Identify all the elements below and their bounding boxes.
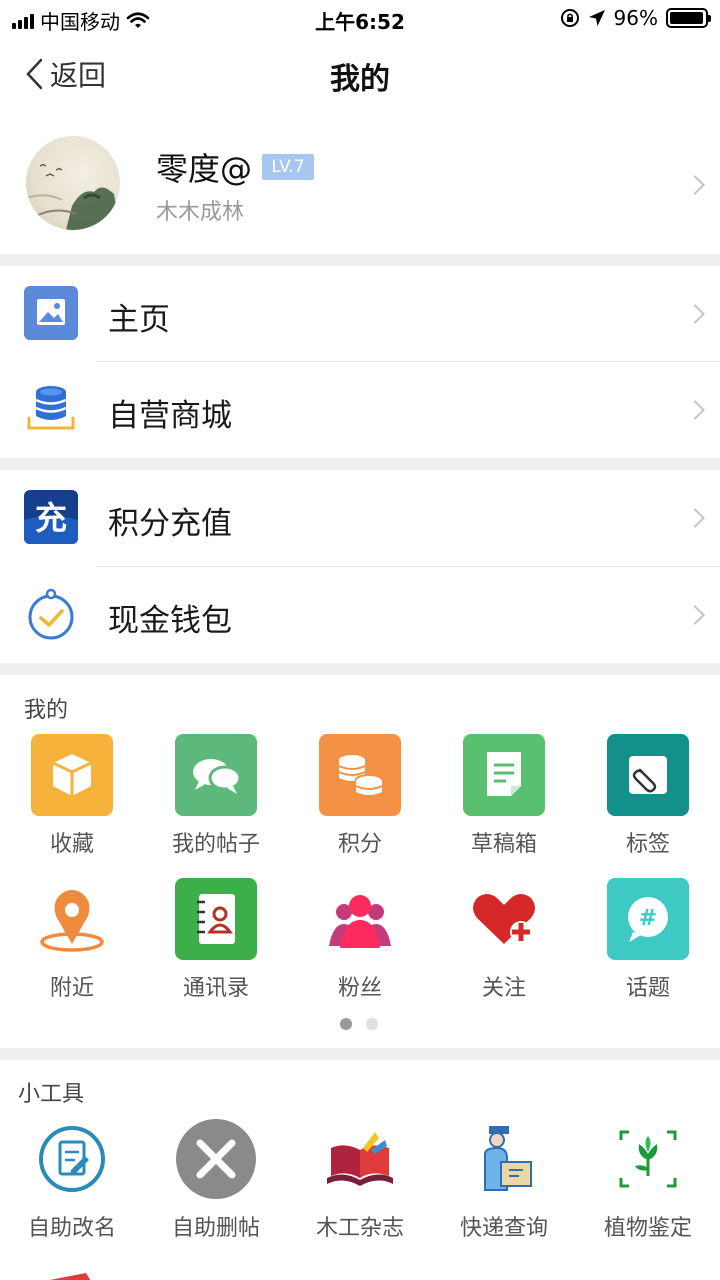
level-badge: LV.7: [262, 154, 314, 180]
profile-subtitle: 木木成林: [156, 200, 245, 225]
section-title-tools: 小工具: [18, 1082, 85, 1107]
location-arrow-icon: [588, 10, 605, 26]
tool-item-label: 自助改名: [27, 1216, 116, 1241]
contacts-book-icon: [175, 878, 257, 960]
grid-item-tags[interactable]: 标签: [576, 734, 720, 870]
grid-item-label: 我的帖子: [171, 832, 260, 857]
section-divider: [0, 254, 720, 266]
recharge-icon: 充: [24, 490, 78, 544]
page-dot[interactable]: [340, 1018, 352, 1030]
grid-item-favorites[interactable]: 收藏: [0, 734, 144, 870]
database-icon: [24, 382, 78, 436]
profile-card[interactable]: 零度@ LV.7 木木成林: [0, 118, 720, 254]
chevron-right-icon: [685, 400, 705, 420]
grid-item-label: 收藏: [49, 832, 94, 857]
courier-icon: [463, 1118, 545, 1200]
tool-item-woodwork-magazine[interactable]: 木工杂志: [288, 1118, 432, 1254]
grid-item-nearby[interactable]: 附近: [0, 878, 144, 1014]
heart-plus-icon: [463, 878, 545, 960]
fans-icon: [319, 878, 401, 960]
tool-item-courier-lookup[interactable]: 快递查询: [432, 1118, 576, 1254]
grid-item-label: 话题: [625, 976, 670, 1001]
location-pin-icon: [31, 878, 113, 960]
menu-item-wallet[interactable]: 现金钱包: [0, 567, 720, 663]
grid-item-my-posts[interactable]: 我的帖子: [144, 734, 288, 870]
section-divider: [0, 458, 720, 470]
menu-item-shop[interactable]: 自营商城: [0, 362, 720, 458]
coins-icon: [319, 734, 401, 816]
svg-text:充: 充: [35, 499, 67, 537]
grid-item-label: 标签: [625, 832, 670, 857]
menu-item-label: 自营商城: [108, 398, 232, 434]
section-divider: [0, 663, 720, 675]
tool-item-partial[interactable]: [34, 1268, 94, 1280]
menu-item-recharge[interactable]: 充 积分充值: [0, 470, 720, 566]
grid-item-points[interactable]: 积分: [288, 734, 432, 870]
chevron-right-icon: [685, 175, 705, 195]
plant-scan-icon: [607, 1118, 689, 1200]
grid-item-label: 附近: [49, 976, 94, 1001]
grid-item-label: 通讯录: [182, 976, 249, 1001]
battery-icon: [666, 8, 711, 28]
grid-item-topics[interactable]: # 话题: [576, 878, 720, 1014]
page-indicator: [340, 1018, 378, 1030]
nav-bar: 返回 我的: [0, 38, 720, 108]
box-icon: [31, 734, 113, 816]
grid-item-label: 关注: [481, 976, 526, 1001]
username: 零度@: [156, 150, 253, 188]
image-icon: [24, 286, 78, 340]
chevron-right-icon: [685, 304, 705, 324]
tool-item-label: 木工杂志: [315, 1216, 404, 1241]
topic-hash-icon: #: [607, 878, 689, 960]
chat-bubbles-icon: [175, 734, 257, 816]
section-divider: [0, 1048, 720, 1060]
grid-item-label: 粉丝: [337, 976, 382, 1001]
rotation-lock-icon: [560, 9, 579, 27]
tool-item-rename[interactable]: 自助改名: [0, 1118, 144, 1254]
battery-percent: 96%: [613, 6, 658, 30]
menu-item-home[interactable]: 主页: [0, 266, 720, 362]
chevron-right-icon: [685, 605, 705, 625]
status-right: 96%: [560, 6, 711, 30]
menu-item-label: 积分充值: [108, 506, 232, 542]
grid-item-contacts[interactable]: 通讯录: [144, 878, 288, 1014]
svg-text:#: #: [639, 906, 657, 931]
tool-item-plant-id[interactable]: 植物鉴定: [576, 1118, 720, 1254]
tool-item-delete-post[interactable]: 自助删帖: [144, 1118, 288, 1254]
grid-item-label: 积分: [337, 832, 382, 857]
tool-item-label: 自助删帖: [171, 1216, 260, 1241]
wallet-check-icon: [24, 587, 78, 641]
page-dot[interactable]: [366, 1018, 378, 1030]
menu-item-label: 现金钱包: [108, 603, 232, 639]
menu-item-label: 主页: [108, 302, 170, 338]
grid-item-drafts[interactable]: 草稿箱: [432, 734, 576, 870]
status-bar: 中国移动 上午6:52 96%: [0, 0, 720, 38]
avatar: [26, 136, 120, 230]
grid-item-follow[interactable]: 关注: [432, 878, 576, 1014]
open-book-icon: [319, 1118, 401, 1200]
page-title: 我的: [330, 62, 390, 97]
tool-item-label: 植物鉴定: [603, 1216, 692, 1241]
paperclip-icon: [607, 734, 689, 816]
delete-x-icon: [175, 1118, 257, 1200]
chevron-right-icon: [685, 508, 705, 528]
grid-item-label: 草稿箱: [470, 832, 537, 857]
draft-icon: [463, 734, 545, 816]
tool-item-label: 快递查询: [459, 1216, 548, 1241]
section-title-mine: 我的: [24, 698, 69, 723]
edit-doc-icon: [31, 1118, 113, 1200]
grid-item-fans[interactable]: 粉丝: [288, 878, 432, 1014]
red-card-icon: [49, 1273, 91, 1280]
